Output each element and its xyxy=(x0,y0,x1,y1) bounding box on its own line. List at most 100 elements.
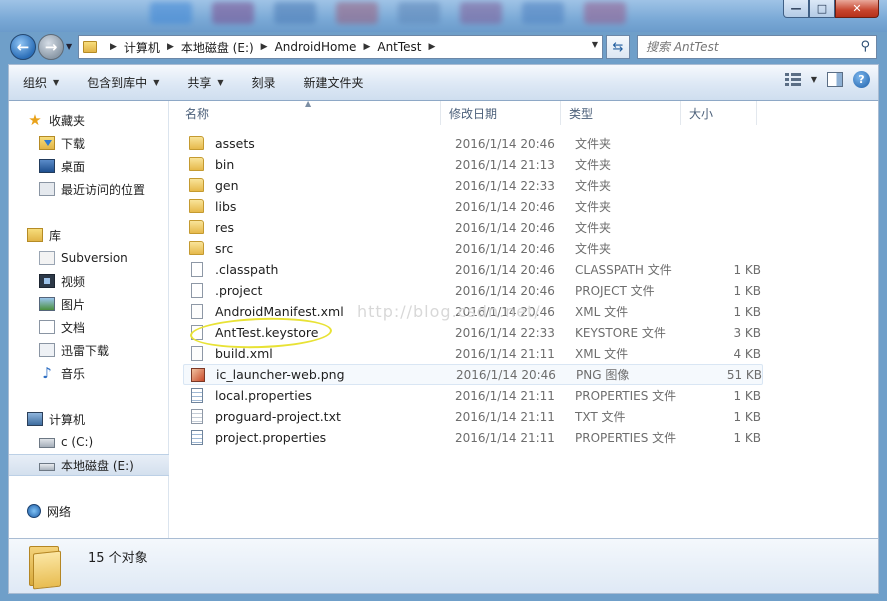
file-type: XML 文件 xyxy=(575,305,629,319)
back-button[interactable]: ← xyxy=(10,34,36,60)
burn-label: 刻录 xyxy=(251,76,276,90)
sidebar-item-label: 桌面 xyxy=(61,159,86,174)
file-row[interactable]: AndroidManifest.xml 2016/1/14 20:46 XML 文件… xyxy=(183,301,763,322)
sidebar-item-subversion[interactable]: Subversion xyxy=(9,247,169,269)
file-date: 2016/1/14 20:46 xyxy=(455,304,555,319)
file-date: 2016/1/14 21:11 xyxy=(455,388,555,403)
address-bar[interactable]: ▶ 计算机 ▶ 本地磁盘 (E:) ▶ AndroidHome ▶ AntTes… xyxy=(78,35,603,59)
file-name: libs xyxy=(215,199,237,214)
sidebar-item-computer[interactable]: 计算机 xyxy=(9,408,169,430)
chevron-right-icon[interactable]: ▶ xyxy=(429,42,436,52)
sidebar-item-c-drive[interactable]: c (C:) xyxy=(9,431,169,453)
chevron-right-icon[interactable]: ▶ xyxy=(110,42,117,52)
file-name: .project xyxy=(215,283,263,298)
file-date: 2016/1/14 22:33 xyxy=(455,325,555,340)
file-type: 文件夹 xyxy=(575,242,612,256)
view-details-icon[interactable] xyxy=(784,72,801,87)
file-row[interactable]: libs 2016/1/14 20:46 文件夹 xyxy=(183,196,763,217)
minimize-button[interactable]: — xyxy=(783,0,809,18)
breadcrumb-e-drive[interactable]: 本地磁盘 (E:) xyxy=(181,39,254,56)
file-type: 文件夹 xyxy=(575,158,612,172)
forward-button[interactable]: → xyxy=(38,34,64,60)
file-row[interactable]: gen 2016/1/14 22:33 文件夹 xyxy=(183,175,763,196)
maximize-button[interactable]: □ xyxy=(809,0,835,18)
search-input[interactable] xyxy=(646,40,846,54)
file-row[interactable]: .classpath 2016/1/14 20:46 CLASSPATH 文件 1 K… xyxy=(183,259,763,280)
sidebar-item-libraries[interactable]: 库 xyxy=(9,224,169,246)
include-in-library-menu[interactable]: 包含到库中 ▼ xyxy=(73,65,173,100)
new-folder-button[interactable]: 新建文件夹 xyxy=(290,65,378,100)
chevron-right-icon[interactable]: ▶ xyxy=(167,42,174,52)
file-size: 3 KB xyxy=(733,325,761,340)
column-header-name[interactable]: 名称 xyxy=(177,101,441,125)
refresh-button[interactable]: ⇆ xyxy=(606,35,630,59)
caret-down-icon: ▼ xyxy=(53,78,60,87)
sidebar-item-label: 迅雷下载 xyxy=(61,343,110,358)
folder-icon xyxy=(189,241,204,255)
organize-menu[interactable]: 组织 ▼ xyxy=(9,65,73,100)
view-options-dropdown[interactable]: ▼ xyxy=(811,75,817,84)
breadcrumb-anttest[interactable]: AntTest xyxy=(377,40,421,54)
file-size: 1 KB xyxy=(733,283,761,298)
chevron-right-icon[interactable]: ▶ xyxy=(363,42,370,52)
sidebar-item-music[interactable]: ♪ 音乐 xyxy=(9,362,169,384)
file-type: XML 文件 xyxy=(575,347,629,361)
file-type: PROPERTIES 文件 xyxy=(575,389,677,403)
file-row[interactable]: AntTest.keystore 2016/1/14 22:33 KEYSTORE … xyxy=(183,322,763,343)
file-row[interactable]: local.properties 2016/1/14 21:11 PROPERTIE… xyxy=(183,385,763,406)
caret-down-icon: ▼ xyxy=(153,78,160,87)
column-header-date[interactable]: 修改日期 xyxy=(441,101,561,125)
sidebar-item-xunlei[interactable]: 迅雷下载 xyxy=(9,339,169,361)
search-box: ⚲ xyxy=(637,35,877,59)
file-row[interactable]: build.xml 2016/1/14 21:11 XML 文件 4 KB xyxy=(183,343,763,364)
file-icon xyxy=(191,262,203,277)
sidebar-item-network[interactable]: 网络 xyxy=(9,500,169,522)
file-name: local.properties xyxy=(215,388,312,403)
file-size: 1 KB xyxy=(733,388,761,403)
column-header-size[interactable]: 大小 xyxy=(681,101,757,125)
folder-icon xyxy=(189,136,204,150)
chevron-right-icon[interactable]: ▶ xyxy=(261,42,268,52)
breadcrumb-androidhome[interactable]: AndroidHome xyxy=(275,40,357,54)
share-menu[interactable]: 共享 ▼ xyxy=(173,65,237,100)
file-name: build.xml xyxy=(215,346,273,361)
sidebar-item-videos[interactable]: 视频 xyxy=(9,270,169,292)
preview-pane-icon[interactable] xyxy=(827,72,843,87)
file-row[interactable]: .project 2016/1/14 20:46 PROJECT 文件 1 KB xyxy=(183,280,763,301)
column-header-type[interactable]: 类型 xyxy=(561,101,681,125)
breadcrumb-computer[interactable]: 计算机 xyxy=(124,39,160,56)
sidebar-item-label: 网络 xyxy=(47,504,72,519)
file-date: 2016/1/14 20:46 xyxy=(455,199,555,214)
file-row[interactable]: src 2016/1/14 20:46 文件夹 xyxy=(183,238,763,259)
help-icon[interactable]: ? xyxy=(853,71,870,88)
sidebar-item-downloads[interactable]: 下载 xyxy=(9,132,169,154)
desktop-icon xyxy=(39,159,55,173)
file-row[interactable]: assets 2016/1/14 20:46 文件夹 xyxy=(183,133,763,154)
sidebar-item-desktop[interactable]: 桌面 xyxy=(9,155,169,177)
file-row[interactable]: bin 2016/1/14 21:13 文件夹 xyxy=(183,154,763,175)
sidebar-item-recent[interactable]: 最近访问的位置 xyxy=(9,178,169,200)
recent-pages-dropdown[interactable]: ▼ xyxy=(66,42,72,51)
file-type: CLASSPATH 文件 xyxy=(575,263,672,277)
search-icon[interactable]: ⚲ xyxy=(860,39,870,54)
file-size: 4 KB xyxy=(733,346,761,361)
burn-button[interactable]: 刻录 xyxy=(238,65,290,100)
file-name: ic_launcher-web.png xyxy=(216,367,345,382)
sidebar-item-favorites[interactable]: ★ 收藏夹 xyxy=(9,109,169,131)
file-row[interactable]: res 2016/1/14 20:46 文件夹 xyxy=(183,217,763,238)
sidebar-item-e-drive[interactable]: 本地磁盘 (E:) xyxy=(9,454,169,476)
file-row[interactable]: proguard-project.txt 2016/1/14 21:11 TXT 文… xyxy=(183,406,763,427)
sidebar-item-documents[interactable]: 文档 xyxy=(9,316,169,338)
address-history-dropdown[interactable]: ▼ xyxy=(592,40,598,49)
recent-places-icon xyxy=(39,182,55,196)
file-row[interactable]: ic_launcher-web.png 2016/1/14 20:46 PNG 图像… xyxy=(183,364,763,385)
file-date: 2016/1/14 21:13 xyxy=(455,157,555,172)
folder-icon xyxy=(189,178,204,192)
blurred-background-taskbar xyxy=(150,2,626,24)
new-folder-label: 新建文件夹 xyxy=(303,76,364,90)
sidebar-item-label: 本地磁盘 (E:) xyxy=(61,458,134,473)
sidebar-item-pictures[interactable]: 图片 xyxy=(9,293,169,315)
navigation-bar: ← → ▼ ▶ 计算机 ▶ 本地磁盘 (E:) ▶ AndroidHome ▶ … xyxy=(0,30,887,62)
close-button[interactable]: ✕ xyxy=(835,0,879,18)
file-row[interactable]: project.properties 2016/1/14 21:11 PROPERT… xyxy=(183,427,763,448)
